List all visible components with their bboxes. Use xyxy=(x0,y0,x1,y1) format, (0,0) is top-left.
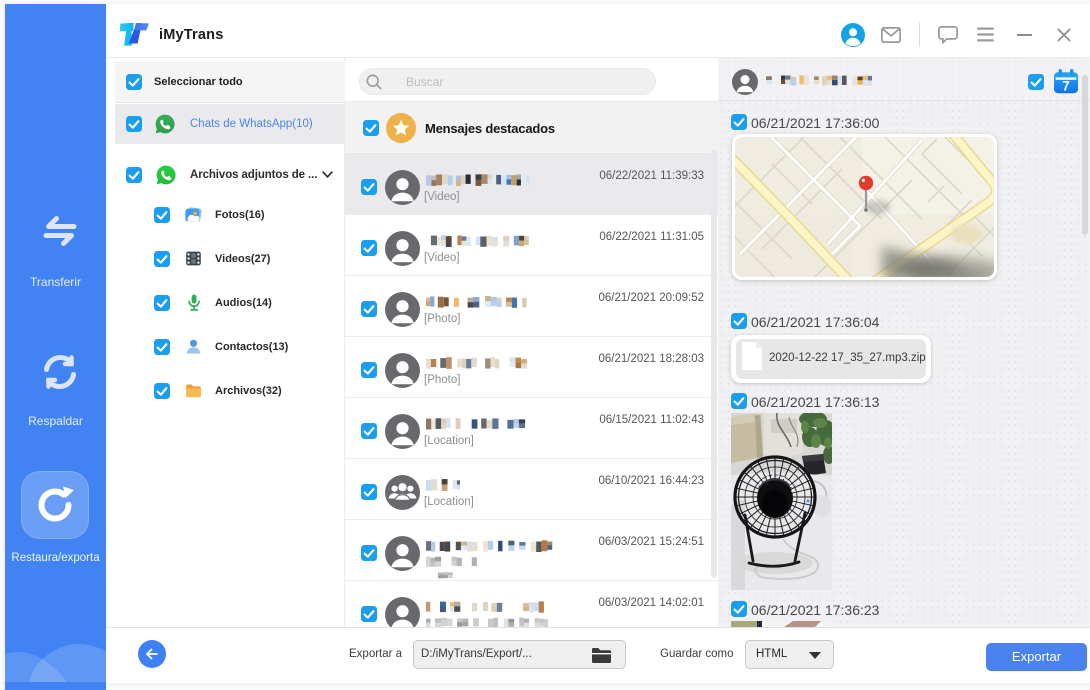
svg-text:7: 7 xyxy=(1062,78,1070,93)
